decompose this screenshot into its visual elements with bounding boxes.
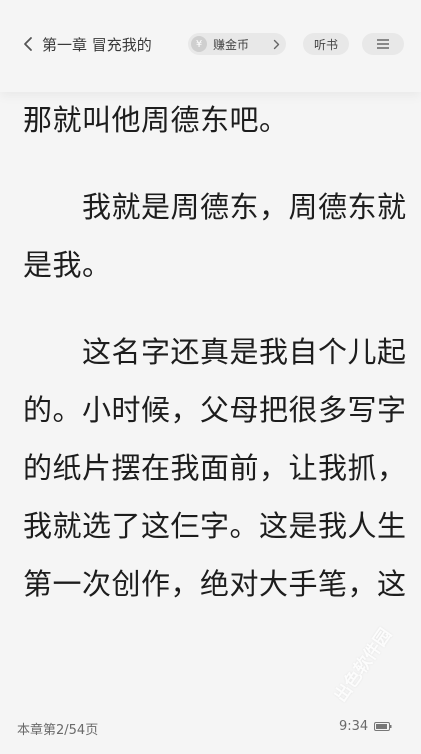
text-line: 那就叫他周德东吧。 (23, 103, 289, 137)
coin-icon: ¥ (191, 36, 207, 52)
text-line: 我就选了这仨字。这是我人生 (23, 509, 407, 543)
menu-button[interactable] (362, 33, 404, 55)
time-label: 9:34 (339, 719, 369, 734)
earn-coins-button[interactable]: ¥ 赚金币 (188, 33, 286, 55)
text-line: 的纸片摆在我面前，让我抓， (23, 451, 407, 485)
text-line: 是我。 (23, 248, 112, 282)
reader-top-bar: 第一章 冒充我的 ¥ 赚金币 听书 (0, 0, 421, 92)
chevron-right-icon (273, 39, 280, 49)
text-line: 第一次创作，绝对大手笔，这 (23, 567, 407, 601)
status-time: 9:34 (339, 719, 392, 734)
watermark: 出色软件园 (330, 624, 396, 707)
back-button[interactable]: 第一章 冒充我的 (22, 33, 152, 55)
text-line: 我就是周德东，周德东就 (23, 190, 407, 224)
chapter-title: 第一章 冒充我的 (42, 35, 152, 54)
text-line: 的。小时候，父母把很多写字 (23, 393, 407, 427)
book-text: 那就叫他周德东吧。 我就是周德东，周德东就 是我。 这名字还真是我自个儿起 的。… (23, 91, 407, 613)
battery-icon (374, 722, 392, 731)
listen-button[interactable]: 听书 (303, 33, 349, 55)
page-progress: 本章第2/54页 (17, 723, 99, 738)
chevron-left-icon (24, 37, 32, 51)
earn-coins-label: 赚金币 (213, 37, 250, 52)
menu-icon (377, 39, 389, 49)
text-line: 这名字还真是我自个儿起 (23, 335, 407, 369)
